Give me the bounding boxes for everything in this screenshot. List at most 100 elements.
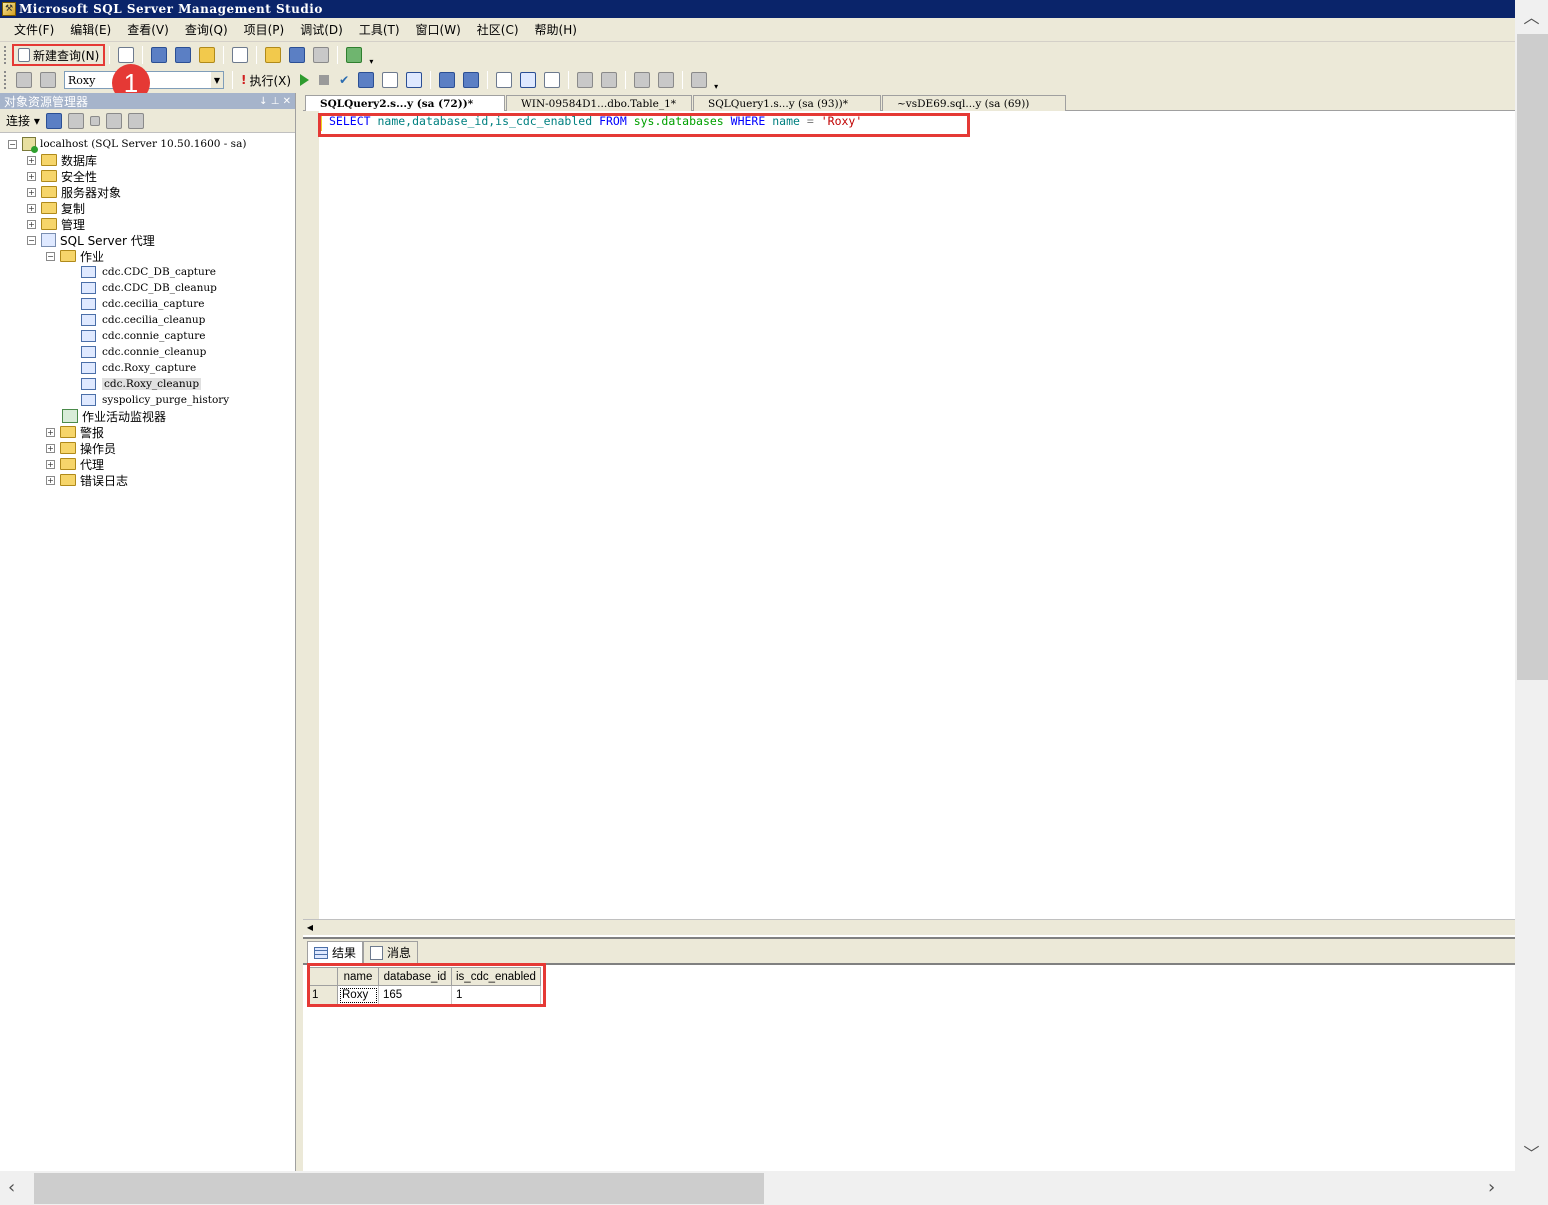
tree-node-databases[interactable]: + 数据库 bbox=[27, 152, 97, 168]
tree-node-operators[interactable]: + 操作员 bbox=[46, 440, 116, 456]
results-to-text-button[interactable] bbox=[493, 69, 515, 91]
xmla-query-button[interactable] bbox=[196, 44, 218, 66]
chevron-left-icon[interactable]: ‹ bbox=[8, 1177, 15, 1198]
connect-button[interactable] bbox=[13, 69, 35, 91]
tree-node-job[interactable]: cdc.connie_capture bbox=[81, 328, 205, 344]
specify-template-params-button[interactable] bbox=[688, 69, 710, 91]
tree-node-job-activity-monitor[interactable]: 作业活动监视器 bbox=[62, 408, 166, 424]
decrease-indent-button[interactable] bbox=[631, 69, 653, 91]
filter-icon[interactable] bbox=[105, 112, 122, 129]
tree-node-error-logs[interactable]: + 错误日志 bbox=[46, 472, 128, 488]
chevron-down-icon[interactable]: ﹀ bbox=[1515, 1140, 1548, 1164]
new-query-button[interactable]: 新建查询(N) bbox=[12, 44, 106, 66]
panel-controls[interactable]: ↓ ⊥ ✕ bbox=[259, 96, 291, 107]
toolbar-overflow-button[interactable]: ▾ bbox=[366, 44, 376, 66]
tree-node-alerts[interactable]: + 警报 bbox=[46, 424, 104, 440]
results-to-grid-button[interactable] bbox=[517, 69, 539, 91]
cancel-query-icon[interactable] bbox=[319, 75, 330, 85]
include-actual-plan-button[interactable] bbox=[436, 69, 458, 91]
mdx-query-button[interactable] bbox=[148, 44, 170, 66]
expand-icon[interactable]: + bbox=[27, 203, 36, 213]
tree-node-sql-agent[interactable]: − SQL Server 代理 bbox=[27, 232, 155, 248]
comment-button[interactable] bbox=[574, 69, 596, 91]
expand-icon[interactable]: + bbox=[27, 187, 36, 197]
expand-icon[interactable]: + bbox=[46, 475, 55, 485]
tree-node-job[interactable]: syspolicy_purge_history bbox=[81, 392, 229, 408]
menu-window[interactable]: 窗口(W) bbox=[408, 21, 469, 38]
tree-node-jobs[interactable]: − 作业 bbox=[46, 248, 104, 264]
client-statistics-button[interactable] bbox=[460, 69, 482, 91]
tree-node-replication[interactable]: + 复制 bbox=[27, 200, 85, 216]
menu-file[interactable]: 文件(F) bbox=[6, 21, 62, 38]
menu-edit[interactable]: 编辑(E) bbox=[62, 21, 119, 38]
menu-help[interactable]: 帮助(H) bbox=[527, 21, 585, 38]
parse-check-icon[interactable]: ✔ bbox=[339, 73, 349, 87]
open-file-button[interactable] bbox=[262, 44, 284, 66]
menu-project[interactable]: 项目(P) bbox=[236, 21, 293, 38]
new-file-button[interactable] bbox=[115, 44, 137, 66]
expand-icon[interactable]: + bbox=[46, 459, 55, 469]
save-button[interactable] bbox=[286, 44, 308, 66]
sql-editor[interactable]: SELECT name,database_id,is_cdc_enabled F… bbox=[303, 111, 1515, 919]
tree-node-job[interactable]: cdc.Roxy_capture bbox=[81, 360, 196, 376]
expand-icon[interactable]: + bbox=[27, 219, 36, 229]
tree-node-server-objects[interactable]: + 服务器对象 bbox=[27, 184, 121, 200]
tree-node-job[interactable]: cdc.CDC_DB_capture bbox=[81, 264, 216, 280]
disconnect-icon[interactable] bbox=[67, 112, 84, 129]
increase-indent-button[interactable] bbox=[655, 69, 677, 91]
tab-messages[interactable]: 消息 bbox=[363, 941, 419, 963]
scrollbar-thumb[interactable] bbox=[1517, 34, 1548, 680]
refresh-icon[interactable] bbox=[127, 112, 144, 129]
dmx-query-button[interactable] bbox=[172, 44, 194, 66]
toolbar-grip[interactable] bbox=[4, 71, 8, 89]
horizontal-scrollbar[interactable]: ‹ › bbox=[0, 1171, 1515, 1205]
menu-debug[interactable]: 调试(D) bbox=[292, 21, 351, 38]
tree-node-job[interactable]: cdc.cecilia_cleanup bbox=[81, 312, 205, 328]
scroll-left-icon[interactable]: ◀ bbox=[303, 920, 317, 935]
query-designer-button[interactable] bbox=[379, 69, 401, 91]
uncomment-button[interactable] bbox=[598, 69, 620, 91]
menu-view[interactable]: 查看(V) bbox=[119, 21, 177, 38]
tree-node-server[interactable]: − localhost (SQL Server 10.50.1600 - sa) bbox=[8, 136, 246, 153]
ssms-app-icon[interactable]: ⚒ bbox=[2, 2, 16, 16]
chevron-up-icon[interactable]: ︿ bbox=[1515, 4, 1548, 28]
chevron-down-icon[interactable]: ▼ bbox=[211, 72, 223, 88]
editor-horizontal-scrollbar[interactable]: ◀ bbox=[303, 919, 1515, 935]
tab-sqlquery2[interactable]: SQLQuery2.s...y (sa (72))* bbox=[305, 95, 505, 111]
print-button[interactable] bbox=[310, 44, 332, 66]
connect-object-explorer-icon[interactable] bbox=[45, 112, 62, 129]
tree-node-job[interactable]: cdc.cecilia_capture bbox=[81, 296, 204, 312]
panel-splitter[interactable] bbox=[296, 93, 303, 1171]
tree-node-proxies[interactable]: + 代理 bbox=[46, 456, 104, 472]
tree-node-management[interactable]: + 管理 bbox=[27, 216, 85, 232]
tree-node-job[interactable]: cdc.CDC_DB_cleanup bbox=[81, 280, 217, 296]
display-estimated-plan-button[interactable] bbox=[355, 69, 377, 91]
collapse-icon[interactable]: − bbox=[8, 139, 17, 149]
expand-icon[interactable]: + bbox=[27, 155, 36, 165]
tree-node-job-selected[interactable]: cdc.Roxy_cleanup bbox=[81, 376, 202, 392]
debug-play-icon[interactable] bbox=[300, 74, 310, 86]
tab-sqlquery1[interactable]: SQLQuery1.s...y (sa (93))* bbox=[693, 95, 881, 111]
execute-button[interactable]: ! 执行(X) bbox=[237, 72, 295, 89]
collapse-icon[interactable]: − bbox=[27, 235, 36, 245]
collapse-icon[interactable]: − bbox=[46, 251, 55, 261]
activity-monitor-button[interactable] bbox=[343, 44, 365, 66]
expand-icon[interactable]: + bbox=[46, 427, 55, 437]
tab-results[interactable]: 结果 bbox=[307, 941, 364, 963]
menu-query[interactable]: 查询(Q) bbox=[177, 21, 236, 38]
expand-icon[interactable]: + bbox=[27, 171, 36, 181]
disconnect-button[interactable] bbox=[37, 69, 59, 91]
new-project-button[interactable] bbox=[229, 44, 251, 66]
stop-icon[interactable] bbox=[89, 115, 100, 126]
toolbar-grip[interactable] bbox=[4, 46, 8, 64]
vertical-scrollbar[interactable]: ︿ ﹀ bbox=[1515, 0, 1548, 1171]
tab-vsde69[interactable]: ~vsDE69.sql...y (sa (69)) bbox=[882, 95, 1066, 111]
chevron-right-icon[interactable]: › bbox=[1488, 1177, 1495, 1198]
expand-icon[interactable]: + bbox=[46, 443, 55, 453]
tab-table1[interactable]: WIN-09584D1...dbo.Table_1* bbox=[506, 95, 692, 111]
toolbar-overflow-button[interactable]: ▾ bbox=[711, 69, 721, 91]
tree-node-job[interactable]: cdc.connie_cleanup bbox=[81, 344, 206, 360]
tree-node-security[interactable]: + 安全性 bbox=[27, 168, 97, 184]
menu-community[interactable]: 社区(C) bbox=[469, 21, 527, 38]
menu-tools[interactable]: 工具(T) bbox=[351, 21, 408, 38]
